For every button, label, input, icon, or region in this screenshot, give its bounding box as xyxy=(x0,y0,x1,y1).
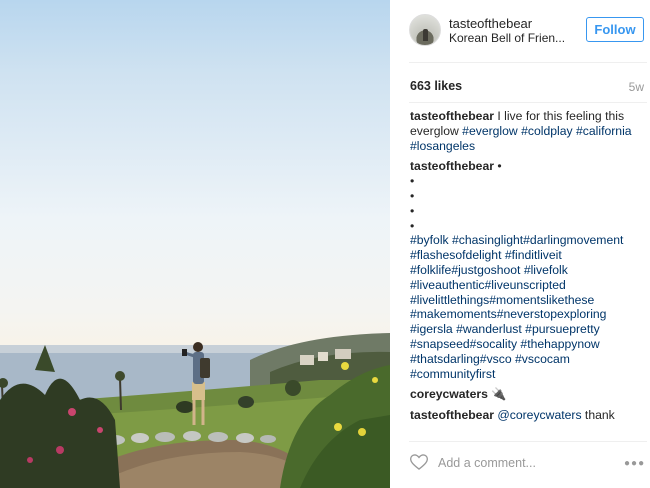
divider xyxy=(409,62,647,63)
bullet-line: • xyxy=(410,203,415,218)
heart-icon[interactable] xyxy=(409,452,429,472)
comment: tasteofthebear • • • • • #byfolk #chasin… xyxy=(410,159,636,381)
hashtag-link[interactable]: #california xyxy=(576,124,632,138)
instagram-post: tasteofthebear Korean Bell of Frien... F… xyxy=(0,0,650,488)
post-side-panel: tasteofthebear Korean Bell of Frien... F… xyxy=(391,0,650,488)
post-photo[interactable] xyxy=(0,0,390,488)
hashtag-line[interactable]: #thatsdarling#vsco #vscocam xyxy=(410,352,636,367)
bullet-line: • xyxy=(410,218,415,233)
hashtag-line[interactable]: #igersla #wanderlust #pursuepretty xyxy=(410,322,636,337)
hashtag-link[interactable]: #everglow xyxy=(462,124,518,138)
hashtag-link[interactable]: #losangeles xyxy=(410,139,475,153)
hashtag-line[interactable]: #livelittlethings#momentslikethese xyxy=(410,293,636,308)
hashtag-line[interactable]: #liveauthentic#liveunscripted xyxy=(410,278,636,293)
bullet-line: • xyxy=(410,174,415,189)
divider xyxy=(409,441,647,442)
avatar[interactable] xyxy=(409,14,441,46)
follow-button[interactable]: Follow xyxy=(586,17,644,42)
hashtag-line[interactable]: #folklife#justgoshoot #livefolk xyxy=(410,263,636,278)
comment: coreycwaters 🔌 xyxy=(410,387,636,402)
hashtag-line[interactable]: #makemoments#neverstopexploring xyxy=(410,307,636,322)
comment-username[interactable]: tasteofthebear xyxy=(410,159,494,173)
post-username[interactable]: tasteofthebear xyxy=(449,16,532,31)
comment-username[interactable]: coreycwaters xyxy=(410,387,488,401)
comment: tasteofthebear @coreycwaters thank xyxy=(410,408,636,423)
hashtag-line[interactable]: #communityfirst xyxy=(410,367,636,382)
post-time[interactable]: 5w xyxy=(629,80,644,94)
divider xyxy=(409,102,647,103)
mention-link[interactable]: @coreycwaters xyxy=(497,408,581,422)
comment-username[interactable]: tasteofthebear xyxy=(410,109,494,123)
comments-list: tasteofthebear I live for this feeling t… xyxy=(410,109,636,439)
hashtag-line[interactable]: #flashesofdelight #finditliveit xyxy=(410,248,636,263)
post-header: tasteofthebear Korean Bell of Frien... F… xyxy=(391,0,650,62)
hashtag-link[interactable]: #coldplay xyxy=(521,124,573,138)
more-options-icon[interactable]: ●●● xyxy=(624,458,645,469)
comment-text: • xyxy=(493,159,502,174)
add-comment-input[interactable]: Add a comment... xyxy=(438,456,536,470)
bullet-line: • xyxy=(410,188,415,203)
caption: tasteofthebear I live for this feeling t… xyxy=(410,109,636,153)
hashtag-line[interactable]: #snapseed#socality #thehappynow xyxy=(410,337,636,352)
comment-text: thank xyxy=(581,408,615,423)
photo-scene xyxy=(0,333,390,488)
hashtag-line[interactable]: #byfolk #chasinglight#darlingmovement xyxy=(410,233,636,248)
comment-text: 🔌 xyxy=(487,387,507,402)
post-location[interactable]: Korean Bell of Frien... xyxy=(449,31,565,45)
likes-count[interactable]: 663 likes xyxy=(410,79,462,93)
comment-username[interactable]: tasteofthebear xyxy=(410,408,494,422)
